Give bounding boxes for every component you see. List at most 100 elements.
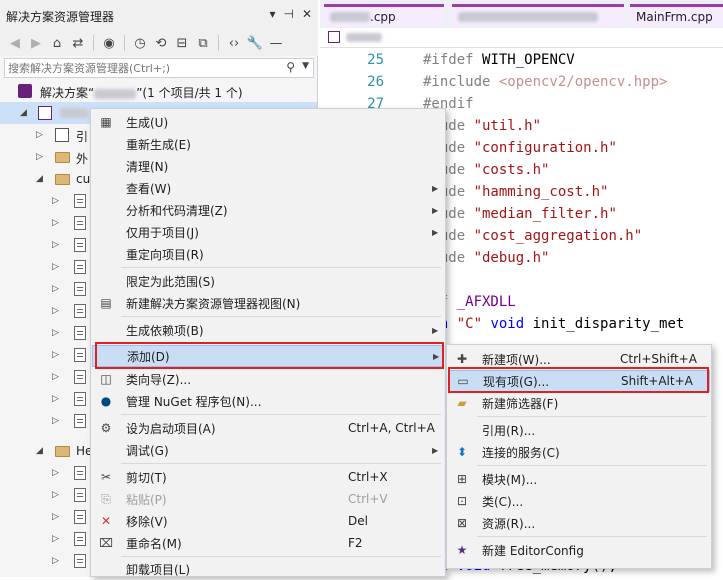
menu-item-5[interactable]: ⊞ 模块(M)... bbox=[448, 468, 710, 490]
menu-item-label: 类向导(Z)... bbox=[126, 372, 192, 387]
file-icon bbox=[74, 260, 86, 274]
collapse-arrow-icon[interactable]: ◢ bbox=[36, 174, 43, 184]
file-icon bbox=[74, 216, 86, 230]
connected-service-icon: ⬍ bbox=[456, 445, 468, 459]
panel-dropdown-icon[interactable]: ▾ bbox=[269, 7, 275, 21]
nuget-icon: ● bbox=[100, 394, 112, 408]
menu-item-13[interactable]: ⚙ 设为启动项目(A) Ctrl+A, Ctrl+A bbox=[92, 417, 444, 439]
forward-icon[interactable]: ▶ bbox=[27, 34, 45, 52]
menu-item-8[interactable]: ★ 新建 EditorConfig bbox=[448, 539, 710, 561]
menu-item-15[interactable]: ✂ 剪切(T) Ctrl+X bbox=[92, 466, 444, 488]
menu-item-label: 模块(M)... bbox=[482, 472, 538, 487]
file-icon bbox=[74, 238, 86, 252]
menu-item-17[interactable]: ✕ 移除(V) Del bbox=[92, 510, 444, 532]
menu-item-4[interactable]: 分析和代码清理(Z) ▶ bbox=[92, 199, 444, 221]
existing-item-highlight-box bbox=[448, 367, 709, 393]
file-icon bbox=[74, 282, 86, 296]
folder-icon bbox=[55, 152, 70, 163]
solution-prefix: 解决方案“ bbox=[40, 86, 95, 100]
menu-item-label: 剪切(T) bbox=[126, 470, 167, 485]
panel-title-bar: 解决方案资源管理器 ▾ ⊣ ✕ bbox=[0, 0, 318, 30]
menu-item-9[interactable]: 生成依赖项(B) ▶ bbox=[92, 319, 444, 341]
menu-item-label: 重定向项目(R) bbox=[126, 247, 204, 262]
menu-item-4[interactable]: ⬍ 连接的服务(C) bbox=[448, 441, 710, 463]
back-icon[interactable]: ◀ bbox=[6, 34, 24, 52]
menu-item-7[interactable]: ⊠ 资源(R)... bbox=[448, 512, 710, 534]
menu-item-2[interactable]: ▰ 新建筛选器(F) bbox=[448, 392, 710, 414]
editor-project-bar bbox=[320, 28, 723, 48]
home-icon[interactable]: ⌂ bbox=[48, 34, 66, 52]
preview-icon[interactable]: ◉ bbox=[100, 34, 118, 52]
menu-item-14[interactable]: 调试(G) ▶ bbox=[92, 439, 444, 461]
menu-item-0[interactable]: ▦ 生成(U) bbox=[92, 111, 444, 133]
menu-item-1[interactable]: 重新生成(E) bbox=[92, 133, 444, 155]
menu-item-12[interactable]: ● 管理 NuGet 程序包(N)... bbox=[92, 390, 444, 412]
code-line: #ifdef WITH_OPENCV bbox=[423, 52, 575, 68]
expand-arrow-icon[interactable]: ▷ bbox=[36, 152, 43, 162]
menu-separator bbox=[477, 536, 707, 537]
menu-item-6[interactable]: ⊡ 类(C)... bbox=[448, 490, 710, 512]
menu-item-label: 移除(V) bbox=[126, 514, 168, 529]
tab-label: .cpp bbox=[370, 9, 396, 24]
cu-folder-label: cu bbox=[76, 172, 91, 186]
filter-folder-icon bbox=[55, 446, 70, 457]
switch-view-icon[interactable]: ⇄ bbox=[69, 34, 87, 52]
code-view-icon[interactable]: ‹› bbox=[225, 34, 243, 52]
menu-item-8[interactable]: ▤ 新建解决方案资源管理器视图(N) bbox=[92, 292, 444, 314]
collapse-all-icon[interactable]: ⊟ bbox=[173, 34, 191, 52]
scissors-icon: ✂ bbox=[100, 470, 112, 484]
menu-item-16: ⎘ 粘贴(P) Ctrl+V bbox=[92, 488, 444, 510]
submenu-arrow-icon: ▶ bbox=[432, 227, 439, 237]
menu-item-label: 新建解决方案资源管理器视图(N) bbox=[126, 296, 301, 311]
menu-separator bbox=[477, 465, 707, 466]
more-icon[interactable]: — bbox=[267, 34, 285, 52]
resource-icon: ⊠ bbox=[456, 516, 468, 530]
search-input[interactable] bbox=[8, 60, 283, 76]
project-icon bbox=[328, 31, 340, 43]
menu-item-7[interactable]: 限定为此范围(S) bbox=[92, 270, 444, 292]
menu-item-5[interactable]: 仅用于项目(J) ▶ bbox=[92, 221, 444, 243]
code-line: clude "hamming_cost.h" bbox=[423, 184, 609, 200]
menu-item-3[interactable]: 引用(R)... bbox=[448, 419, 710, 441]
sync-icon[interactable]: ⟲ bbox=[152, 34, 170, 52]
properties-icon[interactable]: 🔧 bbox=[246, 34, 264, 52]
expand-arrow-icon[interactable]: ▷ bbox=[36, 130, 43, 140]
menu-item-label: 清理(N) bbox=[126, 159, 169, 174]
paste-icon: ⎘ bbox=[101, 491, 111, 506]
menu-item-11[interactable]: ◫ 类向导(Z)... bbox=[92, 368, 444, 390]
show-all-files-icon[interactable]: ⧉ bbox=[194, 34, 212, 52]
pin-icon[interactable]: ⊣ bbox=[283, 7, 293, 21]
menu-item-shortcut: Ctrl+A, Ctrl+A bbox=[348, 421, 435, 435]
new-view-icon: ▤ bbox=[100, 296, 112, 310]
search-box[interactable]: ⚲ ▼ bbox=[4, 58, 314, 78]
gear-icon: ⚙ bbox=[100, 421, 112, 435]
collapse-arrow-icon[interactable]: ◢ bbox=[36, 446, 43, 456]
search-options-icon[interactable]: ▼ bbox=[302, 61, 309, 71]
editor-tab-blurred[interactable] bbox=[452, 4, 624, 26]
menu-item-3[interactable]: 查看(W) ▶ bbox=[92, 177, 444, 199]
file-icon bbox=[74, 414, 86, 428]
collapse-arrow-icon[interactable]: ◢ bbox=[20, 108, 27, 118]
menu-item-label: 生成依赖项(B) bbox=[126, 323, 204, 338]
file-icon bbox=[74, 488, 86, 502]
pending-changes-icon[interactable]: ◷ bbox=[131, 34, 149, 52]
class-wizard-icon: ◫ bbox=[100, 372, 112, 386]
editor-tab-mainfrm[interactable]: MainFrm.cpp bbox=[630, 4, 723, 26]
menu-item-18[interactable]: ⌧ 重命名(M) F2 bbox=[92, 532, 444, 554]
menu-item-label: 连接的服务(C) bbox=[482, 445, 560, 460]
menu-item-6[interactable]: 重定向项目(R) bbox=[92, 243, 444, 265]
remove-icon: ✕ bbox=[100, 514, 112, 528]
menu-item-label: 管理 NuGet 程序包(N)... bbox=[126, 394, 262, 409]
editor-tab-cpp[interactable]: .cpp bbox=[324, 4, 444, 26]
panel-toolbar: ◀ ▶ ⌂ ⇄ ◉ ◷ ⟲ ⊟ ⧉ ‹› 🔧 — bbox=[0, 30, 318, 56]
editorconfig-icon: ★ bbox=[456, 543, 468, 557]
solution-icon bbox=[18, 84, 32, 98]
add-item-highlight-box bbox=[95, 342, 444, 369]
solution-node[interactable]: 解决方案“ ”(1 个项目/共 1 个) bbox=[0, 80, 317, 102]
menu-item-label: 粘贴(P) bbox=[126, 492, 167, 507]
close-icon[interactable]: ✕ bbox=[302, 7, 312, 21]
menu-item-label: 引用(R)... bbox=[482, 423, 536, 438]
search-icon[interactable]: ⚲ bbox=[286, 60, 295, 74]
menu-item-2[interactable]: 清理(N) bbox=[92, 155, 444, 177]
tab-label: MainFrm.cpp bbox=[636, 9, 713, 24]
